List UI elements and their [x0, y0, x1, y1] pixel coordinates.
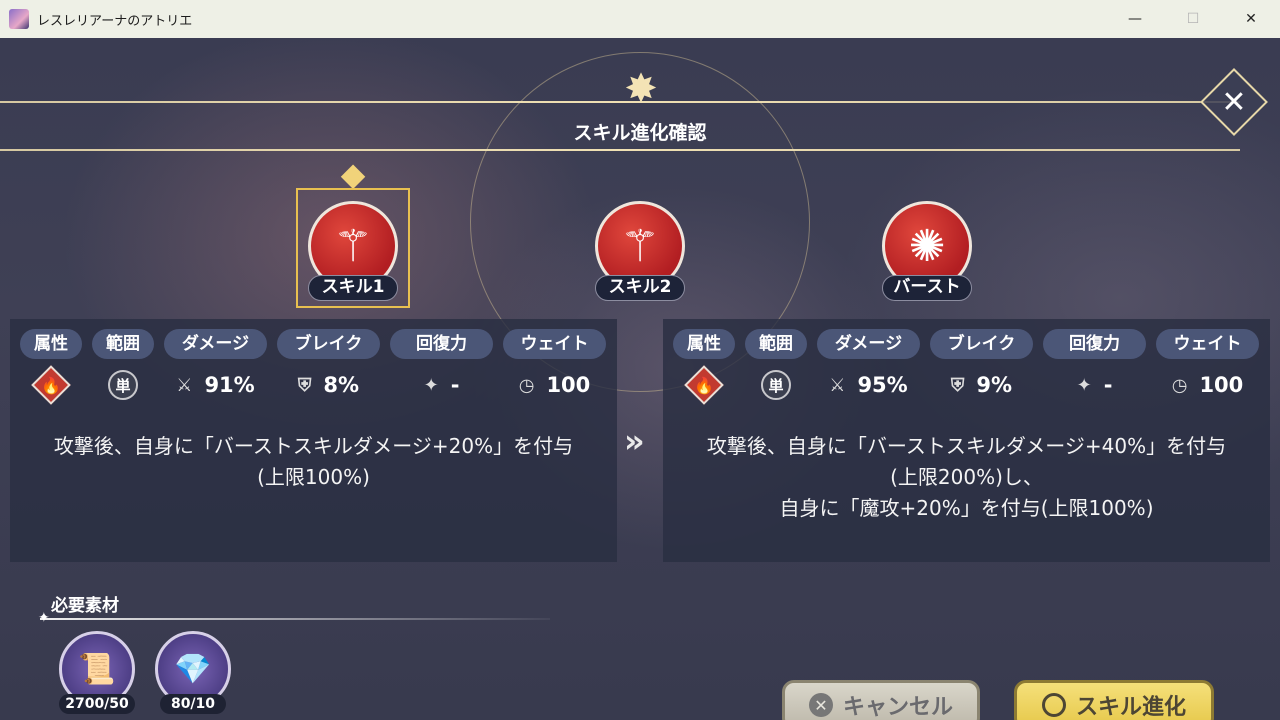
- range-header: 範囲: [92, 329, 154, 359]
- heal-stat: ✦ -: [390, 367, 493, 403]
- wait-header: ウェイト: [1156, 329, 1259, 359]
- break-stat: ⛨ 9%: [930, 367, 1033, 403]
- close-icon[interactable]: ✕: [1210, 78, 1258, 126]
- description-line: (上限200%)し、: [890, 465, 1043, 489]
- cancel-button[interactable]: ✕ キャンセル: [782, 680, 980, 720]
- app-icon: [9, 9, 29, 29]
- description-line: 攻撃後、自身に「バーストスキルダメージ+20%」を付与: [53, 434, 574, 458]
- break-value: 8%: [323, 373, 360, 397]
- range-value: 単: [745, 367, 807, 403]
- damage-value: 95%: [857, 373, 908, 397]
- wait-value: 100: [546, 373, 591, 397]
- window-controls: — ☐ ✕: [1106, 0, 1280, 38]
- sword-icon: ⚔: [829, 374, 846, 396]
- evolve-label: スキル進化: [1075, 695, 1186, 720]
- cross-icon: ✕: [808, 693, 833, 717]
- stat-values: 🔥 単 ⚔ 95% ⛨ 9% ✦ - ◷ 100: [673, 365, 1269, 405]
- damage-stat: ⚔ 95%: [817, 367, 920, 403]
- shield-break-icon: ⛨: [950, 374, 965, 396]
- description-line: 攻撃後、自身に「バーストスキルダメージ+40%」を付与: [706, 434, 1227, 458]
- range-header: 範囲: [745, 329, 807, 359]
- wait-stat: ◷ 100: [1156, 367, 1259, 403]
- skill-tab-label: スキル2: [595, 275, 685, 301]
- heal-header: 回復力: [1043, 329, 1146, 359]
- damage-header: ダメージ: [817, 329, 920, 359]
- skill-before-panel: 属性 範囲 ダメージ ブレイク 回復力 ウェイト 🔥 単 ⚔ 91% ⛨ 8%: [10, 319, 617, 562]
- arrow-right-icon: »: [624, 422, 645, 460]
- wait-value: 100: [1199, 373, 1244, 397]
- selected-indicator-icon: ◆: [340, 155, 366, 193]
- break-header: ブレイク: [277, 329, 380, 359]
- fire-attribute-icon: 🔥: [673, 365, 735, 405]
- break-value: 9%: [976, 373, 1013, 397]
- window-close-button[interactable]: ✕: [1222, 0, 1280, 38]
- skill-tab-2[interactable]: ⚚ スキル2: [590, 193, 690, 313]
- window-titlebar: レスレリアーナのアトリエ — ☐ ✕: [0, 0, 1280, 38]
- single-target-icon: 単: [761, 370, 791, 400]
- attribute-header: 属性: [673, 329, 735, 359]
- clock-icon: ◷: [1171, 374, 1188, 396]
- compass-star-icon: ✸: [624, 66, 658, 112]
- break-header: ブレイク: [930, 329, 1033, 359]
- page-title: スキル進化確認: [573, 122, 707, 144]
- wait-header: ウェイト: [503, 329, 606, 359]
- shield-break-icon: ⛨: [297, 374, 312, 396]
- heal-value: -: [1103, 373, 1113, 397]
- clock-icon: ◷: [518, 374, 535, 396]
- sparkle-icon: ✦: [1076, 374, 1092, 396]
- fire-attribute-icon: 🔥: [20, 365, 82, 405]
- single-target-icon: 単: [108, 370, 138, 400]
- heal-stat: ✦ -: [1043, 367, 1146, 403]
- skill-after-panel: 属性 範囲 ダメージ ブレイク 回復力 ウェイト 🔥 単 ⚔ 95% ⛨ 9%: [663, 319, 1270, 562]
- circle-icon: [1041, 693, 1066, 717]
- materials-title: 必要素材: [51, 596, 119, 616]
- damage-header: ダメージ: [164, 329, 267, 359]
- maximize-button[interactable]: ☐: [1164, 0, 1222, 38]
- wait-stat: ◷ 100: [503, 367, 606, 403]
- skill-tab-label: バースト: [882, 275, 972, 301]
- damage-stat: ⚔ 91%: [164, 367, 267, 403]
- sword-icon: ⚔: [176, 374, 193, 396]
- stat-headers: 属性 範囲 ダメージ ブレイク 回復力 ウェイト: [20, 329, 616, 359]
- heal-value: -: [450, 373, 460, 397]
- skill-tab-burst[interactable]: ✺ バースト: [877, 193, 977, 313]
- stat-values: 🔥 単 ⚔ 91% ⛨ 8% ✦ - ◷ 100: [20, 365, 616, 405]
- crystal-icon: 💎: [174, 651, 212, 687]
- description-line: (上限100%): [257, 465, 370, 489]
- skill-tab-label: スキル1: [308, 275, 398, 301]
- cancel-label: キャンセル: [842, 695, 953, 720]
- attribute-header: 属性: [20, 329, 82, 359]
- scroll-icon: 📜: [78, 651, 116, 687]
- skill-description: 攻撃後、自身に「バーストスキルダメージ+20%」を付与 (上限100%): [10, 431, 617, 493]
- material-count: 2700/50: [59, 694, 135, 714]
- description-line: 自身に「魔攻+20%」を付与(上限100%): [779, 496, 1154, 520]
- heal-header: 回復力: [390, 329, 493, 359]
- sparkle-icon: ✦: [423, 374, 439, 396]
- break-stat: ⛨ 8%: [277, 367, 380, 403]
- sparkle-icon: ✦: [38, 610, 50, 626]
- skill-evolve-button[interactable]: スキル進化: [1014, 680, 1214, 720]
- range-value: 単: [92, 367, 154, 403]
- material-count: 80/10: [160, 694, 226, 714]
- materials-divider: [40, 618, 550, 620]
- skill-tab-1[interactable]: ⚚ スキル1: [303, 193, 403, 313]
- header-bottom-line: [0, 149, 1240, 151]
- skill-description: 攻撃後、自身に「バーストスキルダメージ+40%」を付与 (上限200%)し、 自…: [663, 431, 1270, 524]
- window-title: レスレリアーナのアトリエ: [37, 13, 193, 29]
- game-screen: ✸ スキル進化確認 ✕ ◆ ⚚ スキル1 ⚚ スキル2 ✺ バースト 属性 範囲…: [0, 38, 1280, 720]
- stat-headers: 属性 範囲 ダメージ ブレイク 回復力 ウェイト: [673, 329, 1269, 359]
- minimize-button[interactable]: —: [1106, 0, 1164, 38]
- damage-value: 91%: [204, 373, 255, 397]
